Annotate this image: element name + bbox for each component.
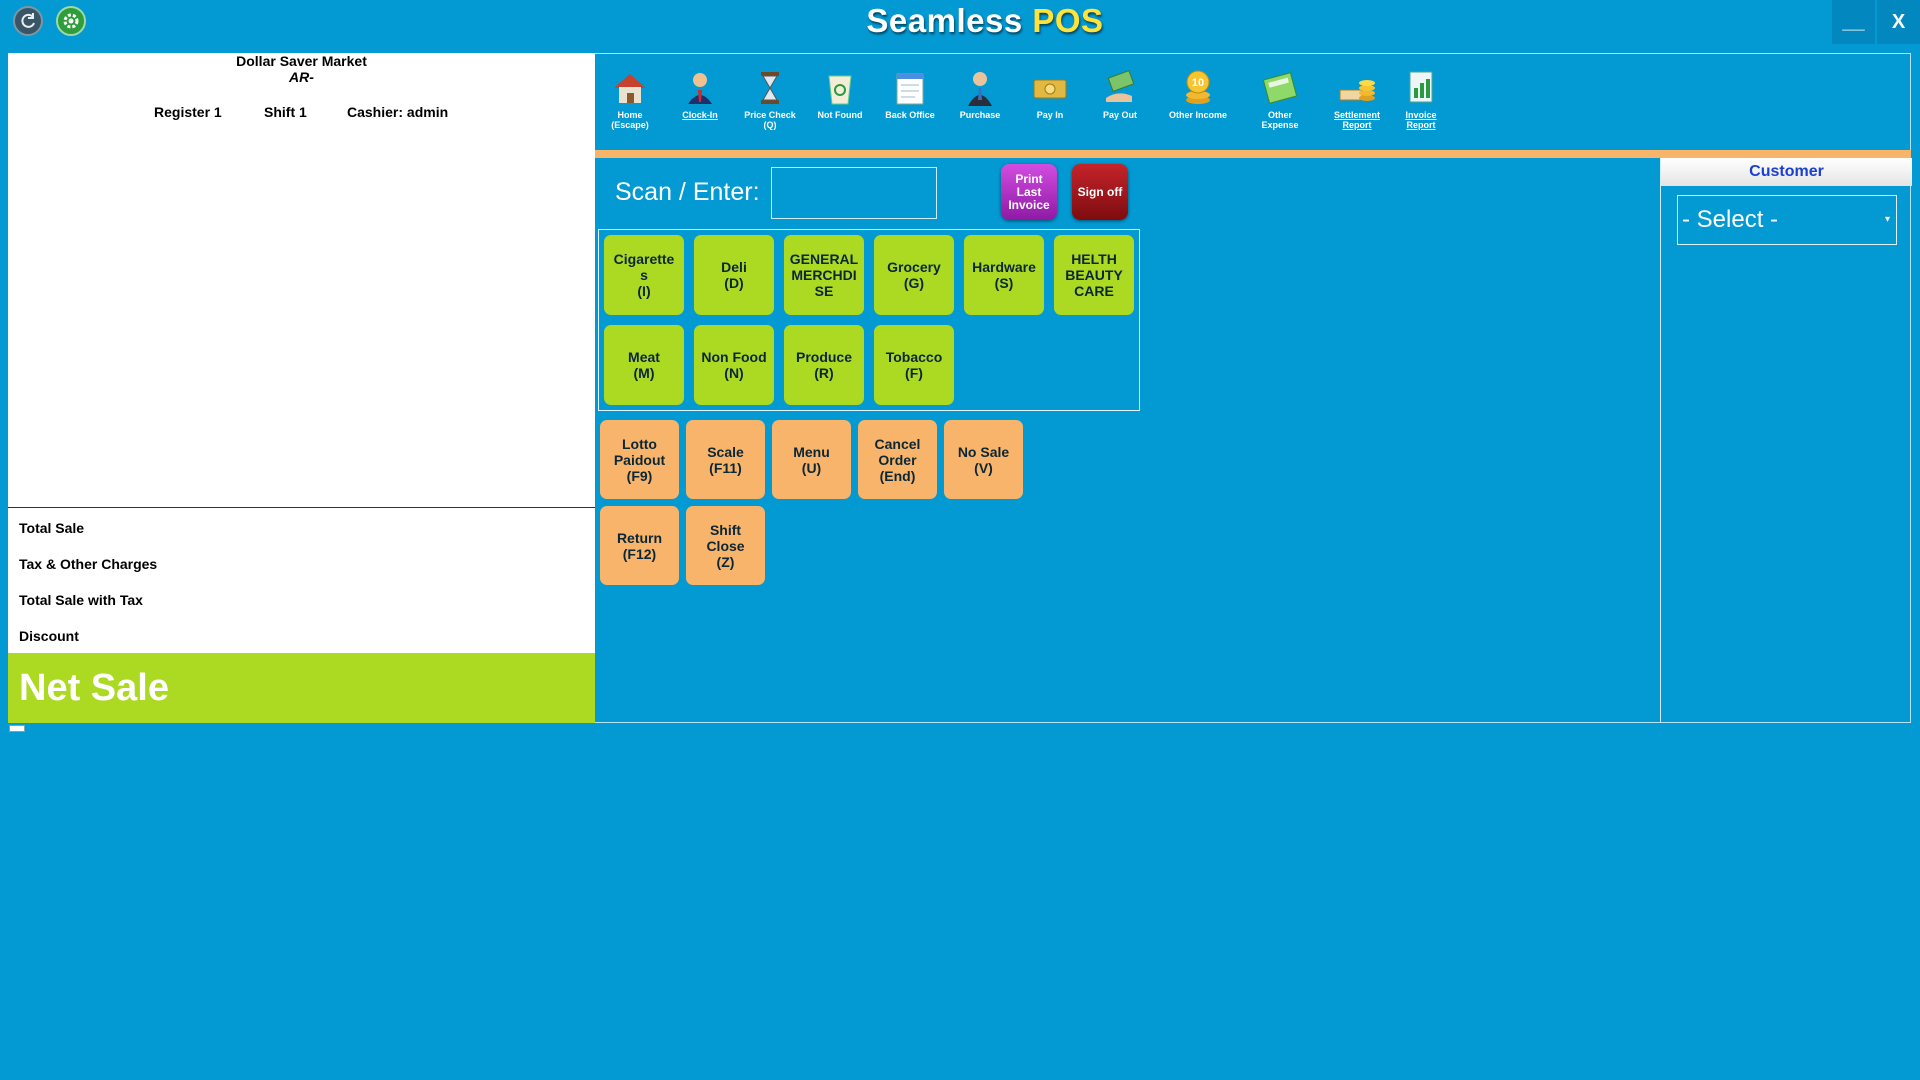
cash-icon bbox=[1030, 68, 1070, 108]
recycle-bin-icon bbox=[820, 68, 860, 108]
total-sale-label: Total Sale bbox=[19, 520, 85, 536]
department-grid: Cigarette s (I) Deli (D) GENERAL MERCHDI… bbox=[598, 229, 1140, 411]
not-found-button[interactable]: Not Found bbox=[805, 68, 875, 120]
cancel-order-button[interactable]: Cancel Order (End) bbox=[858, 420, 937, 499]
cashier-label: Cashier: admin bbox=[347, 104, 449, 120]
invoice-report-label: Invoice Report bbox=[1405, 110, 1437, 130]
home-button[interactable]: Home (Escape) bbox=[595, 68, 665, 130]
toolbar: Home (Escape) Clock-In Price Check (Q) N… bbox=[595, 54, 1911, 150]
department-tobacco-button[interactable]: Tobacco (F) bbox=[874, 325, 954, 405]
money-hand-icon bbox=[1100, 68, 1140, 108]
department-non-food-button[interactable]: Non Food (N) bbox=[694, 325, 774, 405]
no-sale-button[interactable]: No Sale (V) bbox=[944, 420, 1023, 499]
scan-label: Scan / Enter: bbox=[615, 178, 760, 206]
other-income-button[interactable]: 10 Other Income bbox=[1163, 68, 1233, 120]
department-hardware-button[interactable]: Hardware (S) bbox=[964, 235, 1044, 315]
customer-select[interactable]: - Select - ▾ bbox=[1677, 195, 1897, 245]
toolbar-divider bbox=[595, 150, 1911, 158]
store-name: Dollar Saver Market bbox=[236, 53, 367, 69]
resize-handle[interactable] bbox=[9, 725, 25, 732]
back-office-label: Back Office bbox=[885, 110, 935, 120]
department-produce-button[interactable]: Produce (R) bbox=[784, 325, 864, 405]
return-button[interactable]: Return (F12) bbox=[600, 506, 679, 585]
lotto-paidout-button[interactable]: Lotto Paidout (F9) bbox=[600, 420, 679, 499]
customer-header: Customer bbox=[1661, 158, 1912, 186]
scale-button[interactable]: Scale (F11) bbox=[686, 420, 765, 499]
pay-out-button[interactable]: Pay Out bbox=[1085, 68, 1155, 120]
other-income-label: Other Income bbox=[1168, 110, 1227, 120]
net-sale-label: Net Sale bbox=[8, 653, 595, 723]
notepad-icon bbox=[890, 68, 930, 108]
receipt-panel: Dollar Saver Market AR- Register 1 Shift… bbox=[8, 53, 595, 723]
price-check-button[interactable]: Price Check (Q) bbox=[735, 68, 805, 130]
title-bar: Seamless POS __ X bbox=[0, 0, 1920, 46]
discount-label: Discount bbox=[19, 628, 79, 644]
coins-icon: 10 bbox=[1178, 68, 1218, 108]
other-expense-button[interactable]: Other Expense bbox=[1245, 68, 1315, 130]
print-last-invoice-button[interactable]: Print Last Invoice bbox=[1001, 164, 1057, 220]
home-icon bbox=[610, 68, 650, 108]
total-with-tax-label: Total Sale with Tax bbox=[19, 592, 143, 608]
department-deli-button[interactable]: Deli (D) bbox=[694, 235, 774, 315]
shift-close-button[interactable]: Shift Close (Z) bbox=[686, 506, 765, 585]
home-label: Home (Escape) bbox=[611, 110, 649, 130]
svg-text:10: 10 bbox=[1192, 77, 1204, 89]
other-expense-label: Other Expense bbox=[1261, 110, 1299, 130]
store-subtitle: AR- bbox=[289, 69, 314, 85]
clock-in-label: Clock-In bbox=[682, 110, 718, 120]
coin-stack-icon bbox=[1337, 68, 1377, 108]
calculator-icon bbox=[1260, 68, 1300, 108]
app-title: Seamless POS bbox=[866, 2, 1104, 39]
hourglass-icon bbox=[750, 68, 790, 108]
back-office-button[interactable]: Back Office bbox=[875, 68, 945, 120]
purchase-button[interactable]: Purchase bbox=[945, 68, 1015, 120]
pay-out-label: Pay Out bbox=[1102, 110, 1137, 120]
menu-button[interactable]: Menu (U) bbox=[772, 420, 851, 499]
minimize-button[interactable]: __ bbox=[1832, 0, 1875, 44]
department-general-merchandise-button[interactable]: GENERAL MERCHDI SE bbox=[784, 235, 864, 315]
tax-charges-label: Tax & Other Charges bbox=[19, 556, 158, 572]
department-grocery-button[interactable]: Grocery (G) bbox=[874, 235, 954, 315]
invoice-report-icon bbox=[1401, 68, 1441, 108]
chevron-down-icon: ▾ bbox=[1884, 214, 1890, 225]
price-check-label: Price Check (Q) bbox=[744, 110, 796, 130]
totals-divider bbox=[8, 507, 595, 508]
clock-in-icon bbox=[680, 68, 720, 108]
register-label: Register 1 bbox=[154, 104, 222, 120]
purchase-label: Purchase bbox=[959, 110, 1001, 120]
close-button[interactable]: X bbox=[1877, 0, 1920, 44]
not-found-label: Not Found bbox=[817, 110, 863, 120]
department-cigarettes-button[interactable]: Cigarette s (I) bbox=[604, 235, 684, 315]
sign-off-button[interactable]: Sign off bbox=[1072, 164, 1128, 220]
department-meat-button[interactable]: Meat (M) bbox=[604, 325, 684, 405]
department-health-beauty-care-button[interactable]: HELTH BEAUTY CARE bbox=[1054, 235, 1134, 315]
shift-label: Shift 1 bbox=[264, 104, 307, 120]
scan-input[interactable] bbox=[771, 167, 937, 219]
invoice-report-button[interactable]: Invoice Report bbox=[1386, 68, 1456, 130]
customer-select-value: - Select - bbox=[1682, 206, 1779, 233]
settlement-report-button[interactable]: Settlement Report bbox=[1322, 68, 1392, 130]
businessman-icon bbox=[960, 68, 1000, 108]
settlement-report-label: Settlement Report bbox=[1333, 110, 1380, 130]
clock-in-button[interactable]: Clock-In bbox=[665, 68, 735, 120]
customer-panel: Customer - Select - ▾ bbox=[1660, 158, 1912, 723]
pay-in-label: Pay In bbox=[1036, 110, 1064, 120]
pay-in-button[interactable]: Pay In bbox=[1015, 68, 1085, 120]
